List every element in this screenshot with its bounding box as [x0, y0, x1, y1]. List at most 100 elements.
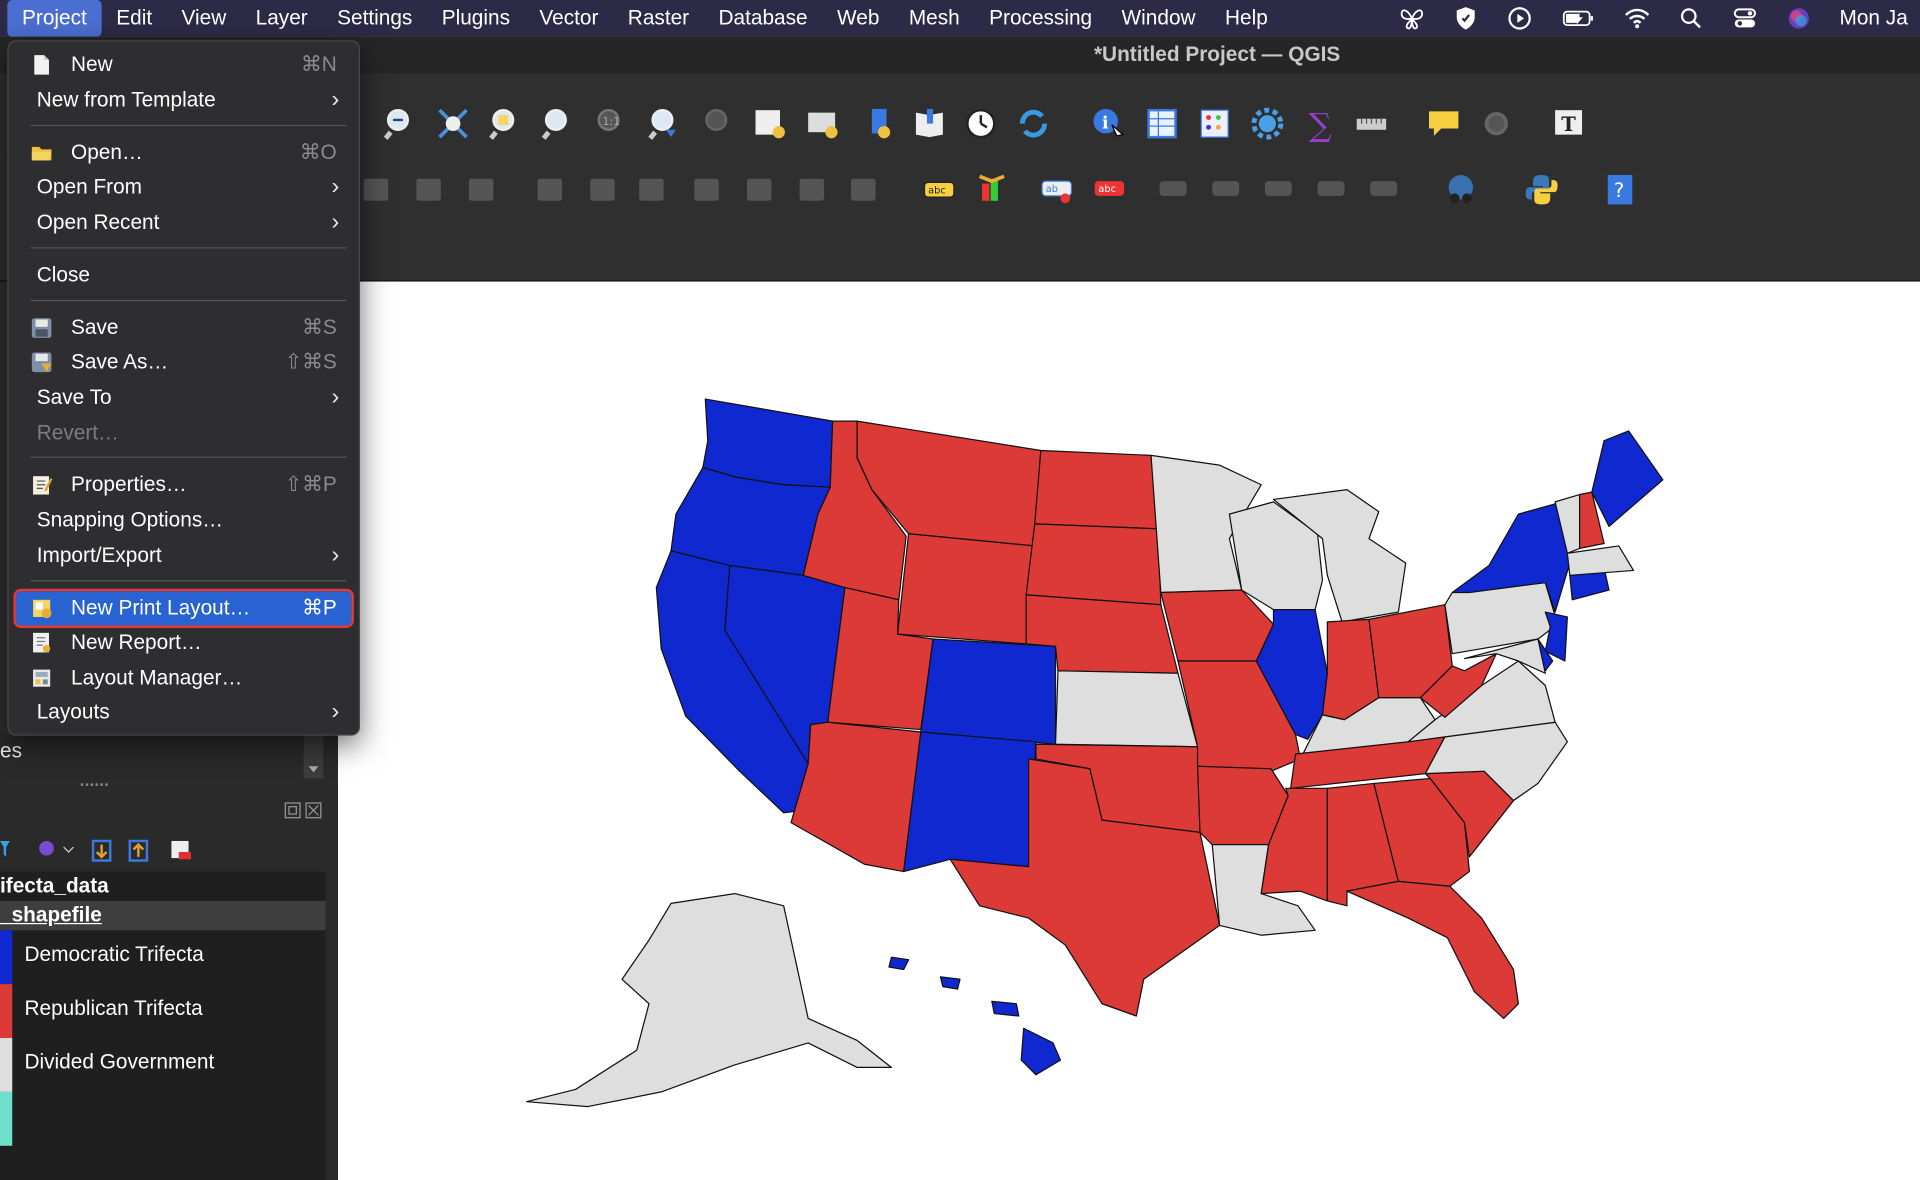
digitize-tool-2-icon[interactable] — [410, 171, 447, 208]
text-annotation-icon[interactable]: T — [1550, 105, 1587, 142]
digitize-tool-6-icon[interactable] — [633, 171, 670, 208]
help-icon[interactable]: ? — [1602, 171, 1639, 208]
zoom-out-icon[interactable] — [382, 105, 419, 142]
digitize-tool-3-icon[interactable] — [463, 171, 500, 208]
label-tool-5-icon[interactable] — [1367, 171, 1404, 208]
measure-icon[interactable] — [1354, 105, 1391, 142]
spatial-bookmark-icon[interactable] — [862, 105, 899, 142]
menu-item-open-recent[interactable]: Open Recent › — [16, 206, 352, 240]
menu-item-new[interactable]: New ⌘N — [16, 48, 352, 82]
digitize-tool-8-icon[interactable] — [741, 171, 778, 208]
play-circle-icon[interactable] — [1506, 5, 1533, 32]
panel-resize-handle[interactable] — [80, 783, 108, 787]
digitize-tool-4-icon[interactable] — [531, 171, 568, 208]
menu-item-save-to[interactable]: Save To › — [16, 381, 352, 415]
control-center-icon[interactable] — [1732, 5, 1759, 32]
legend-item-other[interactable] — [0, 1091, 326, 1146]
field-calculator-icon[interactable] — [1196, 105, 1233, 142]
label-abc-icon[interactable]: abc — [921, 171, 958, 208]
menu-separator — [30, 580, 347, 582]
map-canvas[interactable] — [337, 281, 1920, 1180]
menu-item-properties[interactable]: Properties… ⇧⌘P — [16, 468, 352, 502]
layers-panel-header — [0, 793, 338, 827]
digitize-tool-7-icon[interactable] — [688, 171, 725, 208]
menu-item-snapping-options[interactable]: Snapping Options… — [16, 503, 352, 537]
label-pin-icon[interactable]: ab — [1038, 171, 1075, 208]
menu-item-save[interactable]: Save ⌘S — [16, 311, 352, 345]
menu-item-layouts[interactable]: Layouts › — [16, 695, 352, 729]
state-hawaii-2 — [939, 976, 961, 990]
menu-item-open[interactable]: Open… ⌘O — [16, 136, 352, 170]
zoom-native-icon[interactable]: 1:1 — [593, 105, 630, 142]
siri-icon[interactable] — [1786, 5, 1813, 32]
status-area: Mon Ja — [1399, 0, 1920, 37]
temporal-clock-icon[interactable] — [962, 105, 999, 142]
digitize-tool-10-icon[interactable] — [845, 171, 882, 208]
menu-raster[interactable]: Raster — [613, 0, 704, 37]
menu-database[interactable]: Database — [704, 0, 823, 37]
menu-window[interactable]: Window — [1107, 0, 1210, 37]
menu-plugins[interactable]: Plugins — [427, 0, 525, 37]
menu-item-new-report[interactable]: New Report… — [16, 626, 352, 660]
shield-icon[interactable] — [1453, 5, 1480, 32]
label-red-icon[interactable]: abc — [1091, 171, 1128, 208]
diagram-icon[interactable] — [975, 171, 1012, 208]
layer-trifecta-data[interactable]: ifecta_data — [0, 872, 109, 901]
locator-gear-icon[interactable] — [1478, 105, 1515, 142]
legend-item-democratic[interactable]: Democratic Trifecta — [0, 930, 326, 985]
menu-item-layout-manager[interactable]: Layout Manager… — [16, 661, 352, 695]
refresh-icon[interactable] — [1015, 105, 1052, 142]
map-tips-icon[interactable] — [1425, 105, 1462, 142]
zoom-layer-icon[interactable] — [540, 105, 577, 142]
menu-item-import-export[interactable]: Import/Export › — [16, 539, 352, 573]
menu-item-save-as[interactable]: Save As… ⇧⌘S — [16, 345, 352, 379]
menu-item-close[interactable]: Close — [16, 258, 352, 292]
digitize-tool-9-icon[interactable] — [793, 171, 830, 208]
panel-scrollbar[interactable] — [303, 734, 324, 779]
menu-help[interactable]: Help — [1210, 0, 1282, 37]
legend-item-republican[interactable]: Republican Trifecta — [0, 984, 326, 1039]
toolbox-gear-icon[interactable] — [1249, 105, 1286, 142]
wifi-icon[interactable] — [1624, 5, 1651, 32]
battery-icon[interactable] — [1560, 5, 1597, 32]
show-bookmarks-icon[interactable] — [804, 105, 841, 142]
menu-processing[interactable]: Processing — [974, 0, 1106, 37]
attribute-table-icon[interactable] — [1144, 105, 1181, 142]
label-tool-1-icon[interactable] — [1156, 171, 1193, 208]
legend-label: Democratic Trifecta — [24, 942, 204, 966]
state-hawaii-3 — [991, 1000, 1020, 1017]
menubar-clock[interactable]: Mon Ja — [1840, 6, 1908, 30]
layout-manager-icon — [33, 669, 51, 687]
layer-shapefile[interactable]: _shapefile — [0, 900, 326, 931]
new-bookmark-icon[interactable] — [752, 105, 789, 142]
identify-icon[interactable]: i — [1090, 105, 1127, 142]
menu-item-new-from-template[interactable]: New from Template › — [16, 83, 352, 117]
legend-item-divided[interactable]: Divided Government — [0, 1038, 326, 1092]
zoom-next-icon[interactable] — [700, 105, 737, 142]
menu-web[interactable]: Web — [822, 0, 894, 37]
menu-settings[interactable]: Settings — [322, 0, 427, 37]
menu-vector[interactable]: Vector — [525, 0, 613, 37]
search-icon[interactable] — [1678, 5, 1705, 32]
label-tool-2-icon[interactable] — [1209, 171, 1246, 208]
digitize-tool-1-icon[interactable] — [358, 171, 395, 208]
globe-binoculars-icon[interactable] — [1442, 171, 1479, 208]
menu-edit[interactable]: Edit — [102, 0, 167, 37]
butterfly-icon[interactable] — [1399, 5, 1426, 32]
menu-project[interactable]: Project — [7, 0, 102, 37]
open-book-icon[interactable] — [912, 105, 949, 142]
float-close-icons[interactable] — [284, 801, 323, 821]
menu-layer[interactable]: Layer — [241, 0, 322, 37]
menu-mesh[interactable]: Mesh — [894, 0, 974, 37]
label-tool-3-icon[interactable] — [1261, 171, 1298, 208]
menu-item-new-print-layout[interactable]: New Print Layout… ⌘P — [13, 588, 354, 628]
digitize-tool-5-icon[interactable] — [584, 171, 621, 208]
zoom-last-icon[interactable] — [647, 105, 684, 142]
zoom-full-icon[interactable] — [435, 105, 472, 142]
statistics-sigma-icon[interactable]: ∑ — [1302, 105, 1339, 142]
menu-item-open-from[interactable]: Open From › — [16, 170, 352, 204]
zoom-selection-icon[interactable] — [487, 105, 524, 142]
menu-view[interactable]: View — [167, 0, 241, 37]
python-icon[interactable] — [1523, 171, 1560, 208]
label-tool-4-icon[interactable] — [1314, 171, 1351, 208]
